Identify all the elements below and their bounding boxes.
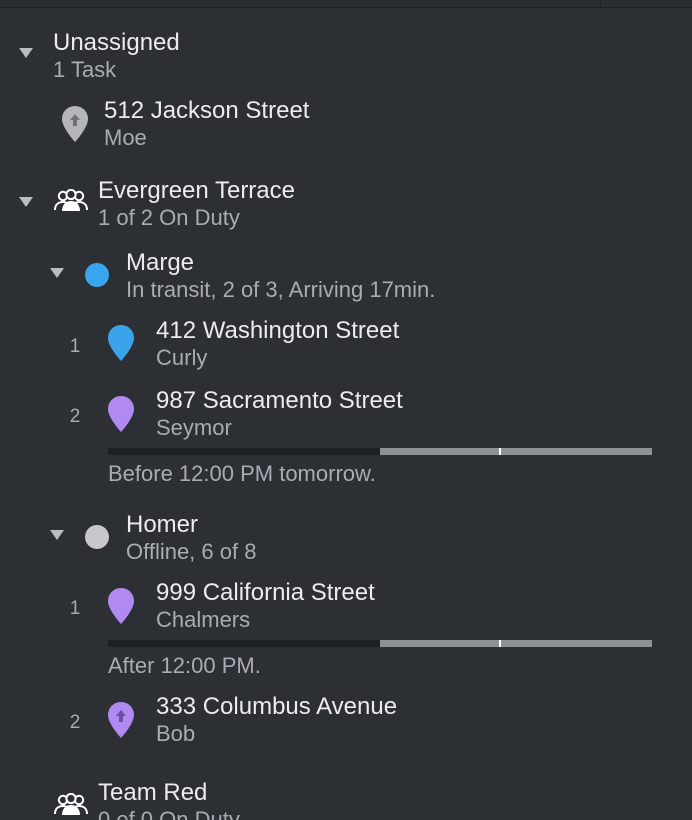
driver-status: In transit, 2 of 3, Arriving 17min.	[126, 277, 436, 302]
group-title-unassigned[interactable]: Unassigned	[53, 29, 180, 57]
task-address[interactable]: 512 Jackson Street	[104, 97, 309, 125]
map-pin-icon	[107, 395, 135, 438]
task-index: 1	[69, 336, 81, 357]
time-window-bar	[108, 448, 652, 455]
task-customer: Curly	[156, 345, 208, 370]
pickup-pin-icon	[107, 701, 135, 744]
driver-name[interactable]: Homer	[126, 511, 198, 539]
task-address[interactable]: 333 Columbus Avenue	[156, 693, 397, 721]
driver-status-dot	[85, 263, 109, 287]
collapse-unassigned-icon[interactable]	[19, 48, 33, 58]
task-index: 2	[69, 712, 81, 733]
toolbar-divider	[600, 0, 601, 7]
pickup-pin-icon	[61, 105, 89, 148]
task-index: 2	[69, 406, 81, 427]
driver-status-dot	[85, 525, 109, 549]
driver-name[interactable]: Marge	[126, 249, 194, 277]
task-customer: Bob	[156, 721, 196, 746]
current-time-marker	[499, 640, 501, 647]
time-window-label: After 12:00 PM.	[108, 653, 261, 678]
team-status: 1 of 2 On Duty	[98, 205, 240, 230]
team-name[interactable]: Evergreen Terrace	[98, 177, 295, 205]
time-window-label: Before 12:00 PM tomorrow.	[108, 461, 376, 486]
unassigned-count: 1 Task	[53, 57, 117, 82]
collapse-team-evergreen-icon[interactable]	[19, 197, 33, 207]
map-pin-icon	[107, 587, 135, 630]
team-name[interactable]: Team Red	[98, 779, 207, 807]
time-window-range	[380, 640, 652, 647]
time-window-elapsed	[108, 448, 380, 455]
task-address[interactable]: 412 Washington Street	[156, 317, 399, 345]
top-toolbar	[0, 0, 692, 8]
driver-status: Offline, 6 of 8	[126, 539, 257, 564]
current-time-marker	[499, 448, 501, 455]
dispatch-panel: Unassigned 1 Task 512 Jackson Street Moe…	[0, 0, 692, 820]
collapse-driver-marge-icon[interactable]	[50, 268, 64, 278]
team-status: 0 of 0 On Duty	[98, 807, 240, 820]
time-window-range	[380, 448, 652, 455]
team-group-icon	[54, 188, 88, 218]
task-address[interactable]: 999 California Street	[156, 579, 375, 607]
task-address[interactable]: 987 Sacramento Street	[156, 387, 403, 415]
collapse-driver-homer-icon[interactable]	[50, 530, 64, 540]
task-customer: Moe	[104, 125, 147, 150]
time-window-elapsed	[108, 640, 380, 647]
team-group-icon	[54, 792, 88, 820]
map-pin-icon	[107, 324, 135, 367]
task-index: 1	[69, 598, 81, 619]
time-window-bar	[108, 640, 652, 647]
task-customer: Chalmers	[156, 607, 251, 632]
task-customer: Seymor	[156, 415, 232, 440]
